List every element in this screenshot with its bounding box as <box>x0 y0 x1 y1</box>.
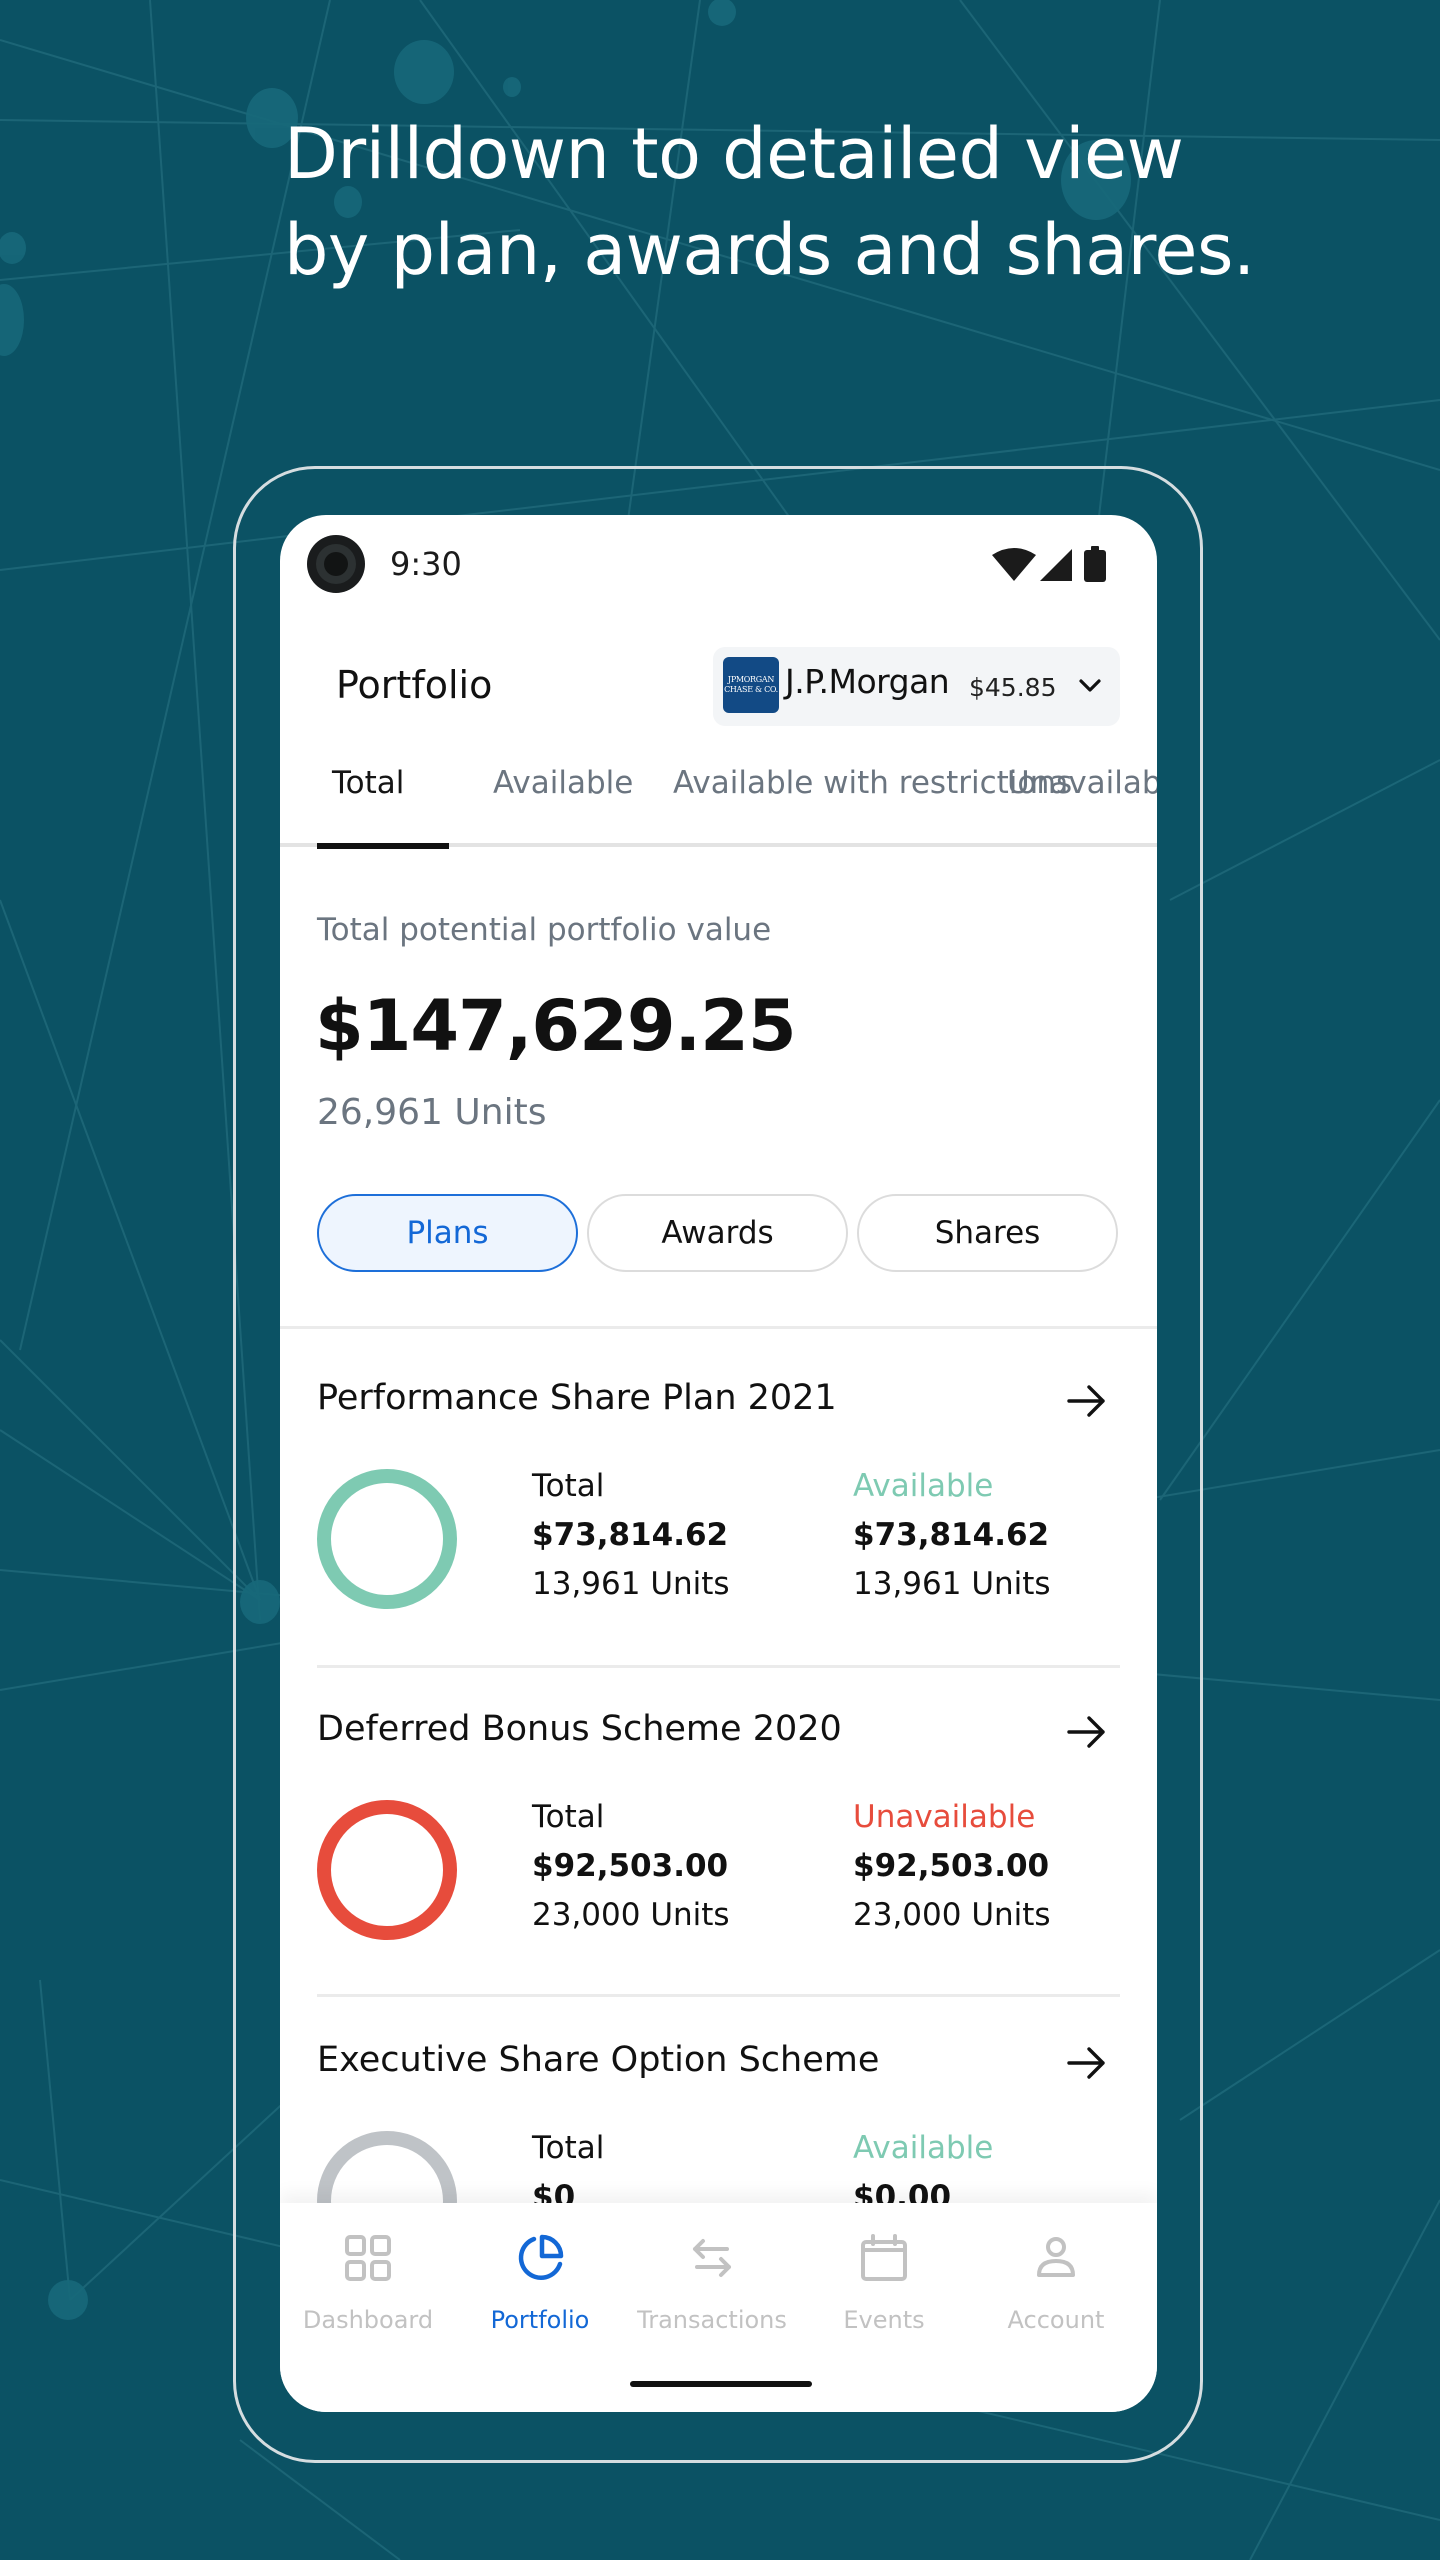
company-name: J.P.Morgan <box>785 662 950 701</box>
filter-tabs: Total Available Available with restricti… <box>280 765 1157 849</box>
battery-icon <box>1084 546 1106 582</box>
nav-account[interactable]: Account <box>970 2203 1142 2353</box>
company-logo: JPMORGAN CHASE & CO. <box>723 657 779 713</box>
active-tab-indicator <box>317 843 449 849</box>
nav-events[interactable]: Events <box>798 2203 970 2353</box>
total-value: $92,503.00 <box>532 1848 729 1884</box>
tab-unavailable[interactable]: Unavailable <box>1007 765 1157 801</box>
nav-dashboard[interactable]: Dashboard <box>282 2203 454 2353</box>
summary-label: Total potential portfolio value <box>317 912 772 948</box>
wifi-icon <box>992 548 1036 581</box>
headline-line-2: by plan, awards and shares. <box>284 209 1255 291</box>
status-units: 13,961 Units <box>853 1566 1051 1602</box>
company-selector[interactable]: JPMORGAN CHASE & CO. J.P.Morgan $45.85 <box>713 647 1120 726</box>
status-icons <box>992 546 1106 582</box>
user-icon <box>1037 2237 1075 2277</box>
nav-transactions[interactable]: Transactions <box>626 2203 798 2353</box>
headline-line-1: Drilldown to detailed view <box>284 113 1184 195</box>
home-indicator[interactable] <box>630 2381 812 2387</box>
nav-portfolio[interactable]: Portfolio <box>454 2203 626 2353</box>
nav-label: Dashboard <box>302 2306 434 2334</box>
signal-icon <box>1040 549 1072 581</box>
pie-chart-icon <box>518 2234 564 2280</box>
dashboard-grid-icon <box>345 2235 391 2281</box>
plan-divider <box>317 1994 1120 1997</box>
total-units: 13,961 Units <box>532 1566 730 1602</box>
plan-title: Executive Share Option Scheme <box>317 2040 880 2080</box>
plan-title: Deferred Bonus Scheme 2020 <box>317 1709 842 1749</box>
total-units: 26,961 Units <box>317 1092 547 1133</box>
calendar-icon <box>861 2234 907 2281</box>
chevron-down-icon[interactable] <box>1077 673 1103 699</box>
total-label: Total <box>532 2130 605 2166</box>
camera-icon <box>307 535 365 593</box>
status-units: 23,000 Units <box>853 1897 1051 1933</box>
share-price: $45.85 <box>969 673 1057 702</box>
total-value: $73,814.62 <box>532 1517 729 1553</box>
plan-ring-unavailable <box>317 1800 457 1940</box>
phone-screen: 9:30 Portfolio JPMORGAN CHASE & CO. J.P.… <box>280 515 1157 2412</box>
status-label-unavailable: Unavailable <box>853 1799 1036 1835</box>
arrow-right-icon[interactable] <box>1065 1379 1109 1423</box>
status-value: $73,814.62 <box>853 1517 1050 1553</box>
plan-title: Performance Share Plan 2021 <box>317 1378 837 1418</box>
section-divider <box>280 1326 1157 1329</box>
arrow-right-icon[interactable] <box>1065 1710 1109 1754</box>
toggle-awards[interactable]: Awards <box>587 1194 848 1272</box>
nav-label: Transactions <box>637 2306 787 2334</box>
plan-divider <box>317 1665 1120 1668</box>
total-label: Total <box>532 1468 605 1504</box>
nav-label: Portfolio <box>490 2306 590 2334</box>
total-units: 23,000 Units <box>532 1897 730 1933</box>
total-label: Total <box>532 1799 605 1835</box>
logo-line-2: CHASE & CO. <box>724 685 778 694</box>
tab-total[interactable]: Total <box>332 765 404 801</box>
swap-arrows-icon <box>693 2239 731 2277</box>
plan-ring-available <box>317 1469 457 1609</box>
logo-line-1: JPMORGAN <box>727 675 775 684</box>
status-label-available: Available <box>853 2130 994 2166</box>
tab-available[interactable]: Available <box>493 765 633 801</box>
toggle-shares[interactable]: Shares <box>857 1194 1118 1272</box>
arrow-right-icon[interactable] <box>1065 2041 1109 2085</box>
status-label-available: Available <box>853 1468 994 1504</box>
toggle-plans[interactable]: Plans <box>317 1194 578 1272</box>
total-portfolio-value: $147,629.25 <box>315 985 797 1067</box>
page-title: Portfolio <box>336 663 493 707</box>
nav-label: Account <box>1007 2306 1105 2334</box>
status-time: 9:30 <box>390 545 462 583</box>
status-value: $92,503.00 <box>853 1848 1050 1884</box>
nav-label: Events <box>843 2306 925 2334</box>
